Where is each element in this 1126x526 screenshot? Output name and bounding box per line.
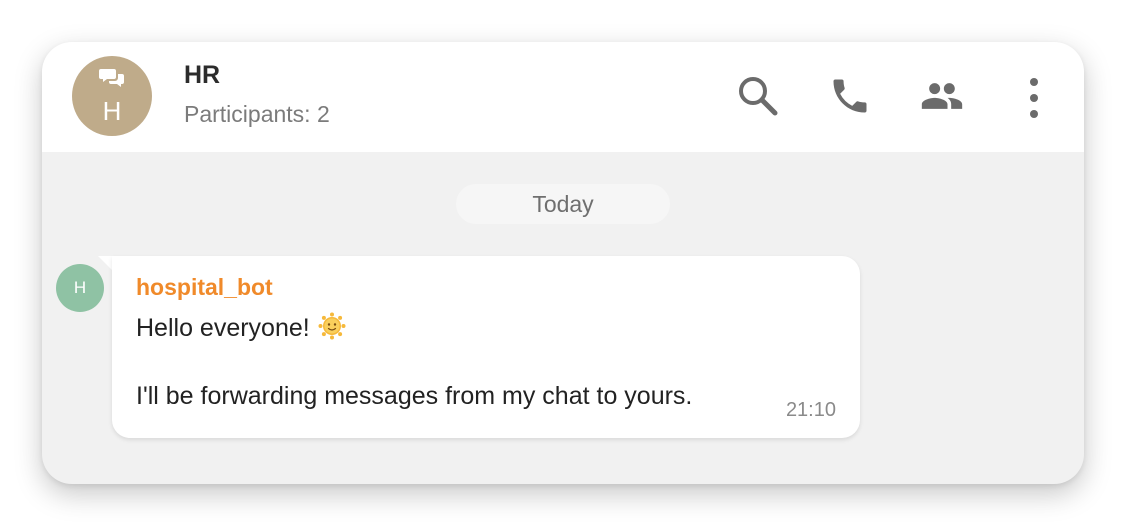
message-text-1: Hello everyone! — [136, 314, 310, 342]
chat-avatar-initial: H — [102, 96, 122, 126]
message-bubble[interactable]: hospital_bot Hello everyone! I'll be for… — [112, 256, 860, 438]
message-timestamp: 21:10 — [785, 399, 836, 421]
search-icon — [739, 77, 778, 116]
phone-icon — [833, 79, 867, 113]
date-separator: Today — [456, 184, 670, 224]
sun-with-face-icon — [318, 312, 346, 340]
participants-button[interactable] — [916, 70, 968, 122]
chat-bubbles-icon — [99, 69, 124, 87]
chat-header: H HR Participants: 2 — [42, 42, 1084, 152]
call-button[interactable] — [824, 70, 876, 122]
chat-window: H HR Participants: 2 Today H hospital_bo… — [42, 42, 1084, 484]
sender-avatar[interactable]: H — [56, 264, 104, 312]
bubble-tail — [98, 256, 112, 270]
message-text-2: I'll be forwarding messages from my chat… — [136, 382, 693, 410]
sender-name[interactable]: hospital_bot — [136, 272, 273, 302]
message-line-1: Hello everyone! — [136, 312, 346, 344]
chat-avatar[interactable]: H — [72, 56, 152, 136]
participants-count: Participants: 2 — [184, 101, 330, 127]
search-button[interactable] — [732, 70, 784, 122]
people-icon — [921, 83, 963, 109]
more-vertical-icon — [1030, 78, 1038, 118]
more-options-button[interactable] — [1008, 70, 1060, 122]
chat-title[interactable]: HR — [184, 60, 220, 90]
